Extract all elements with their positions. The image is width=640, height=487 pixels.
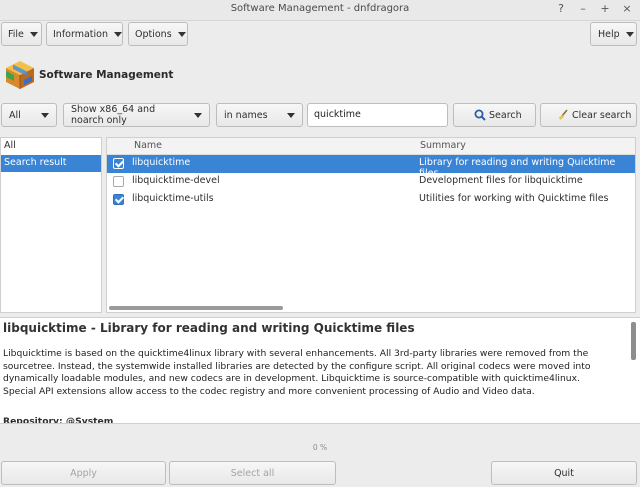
vertical-scrollbar[interactable] (631, 322, 636, 360)
chevron-down-icon (287, 112, 295, 118)
quit-button-label: Quit (554, 467, 574, 479)
horizontal-scrollbar[interactable] (109, 306, 283, 310)
information-menu-label: Information (53, 28, 108, 40)
table-row[interactable]: libquicktime Library for reading and wri… (107, 155, 635, 179)
window-controls: ? – + × (556, 2, 632, 15)
clear-search-label: Clear search (572, 109, 632, 121)
column-summary-header[interactable]: Summary (420, 140, 466, 151)
app-branding: Software Management (4, 55, 204, 95)
package-summary: Development files for libquicktime (419, 175, 583, 186)
apply-button[interactable]: Apply (1, 461, 166, 485)
maximize-icon[interactable]: + (600, 2, 610, 15)
table-header: Name Summary (107, 138, 635, 155)
package-summary: Utilities for working with Quicktime fil… (419, 193, 609, 204)
search-field-select[interactable]: in names (216, 103, 303, 127)
group-item-search-result[interactable]: Search result (1, 155, 101, 172)
group-list: All Search result (0, 137, 102, 313)
clear-search-button[interactable]: Clear search (540, 103, 637, 127)
package-checkbox[interactable] (113, 176, 124, 187)
chevron-down-icon (177, 31, 186, 37)
file-menu-button[interactable]: File (1, 22, 42, 46)
table-row[interactable]: libquicktime-utils Utilities for working… (107, 191, 635, 209)
information-menu-button[interactable]: Information (46, 22, 123, 46)
search-button[interactable]: Search (453, 103, 536, 127)
group-item-all[interactable]: All (1, 138, 101, 155)
description-repository: Repository: @System (3, 416, 114, 424)
window-title: Software Management - dnfdragora (230, 3, 410, 14)
package-name: libquicktime-utils (132, 193, 214, 204)
package-description: libquicktime - Library for reading and w… (0, 317, 640, 424)
minimize-icon[interactable]: – (578, 2, 588, 15)
chevron-down-icon (114, 31, 122, 37)
select-all-button[interactable]: Select all (169, 461, 336, 485)
arch-filter-select[interactable]: Show x86_64 and noarch only (63, 103, 210, 127)
quit-button[interactable]: Quit (491, 461, 637, 485)
search-button-label: Search (489, 109, 522, 121)
progress-label: 0 % (312, 443, 328, 452)
apply-button-label: Apply (70, 467, 97, 479)
select-all-label: Select all (230, 467, 275, 479)
group-filter-value: All (9, 109, 21, 121)
chevron-down-icon (29, 31, 38, 37)
help-icon[interactable]: ? (556, 2, 566, 15)
chevron-down-icon (41, 112, 49, 118)
options-menu-label: Options (135, 28, 172, 40)
search-field-value: in names (224, 109, 268, 121)
description-body: Libquicktime is based on the quicktime4l… (3, 348, 591, 397)
file-menu-label: File (8, 28, 24, 40)
help-menu-button[interactable]: Help (590, 22, 637, 46)
broom-icon (559, 109, 568, 120)
package-table: Name Summary libquicktime Library for re… (106, 137, 636, 313)
package-box-icon (6, 61, 34, 89)
package-name: libquicktime-devel (132, 175, 220, 186)
chevron-down-icon (194, 112, 202, 118)
window-titlebar: Software Management - dnfdragora ? – + × (0, 0, 640, 21)
package-name: libquicktime (132, 157, 191, 168)
close-icon[interactable]: × (622, 2, 632, 15)
help-menu-label: Help (598, 28, 620, 40)
column-name-header[interactable]: Name (134, 140, 162, 151)
table-row[interactable]: libquicktime-devel Development files for… (107, 173, 635, 191)
package-checkbox[interactable] (113, 194, 124, 205)
app-name: Software Management (39, 69, 174, 81)
group-filter-select[interactable]: All (1, 103, 57, 127)
options-menu-button[interactable]: Options (128, 22, 188, 46)
search-input[interactable]: quicktime (307, 103, 448, 127)
search-icon (474, 109, 486, 121)
chevron-down-icon (625, 31, 634, 37)
arch-filter-value: Show x86_64 and noarch only (71, 104, 156, 126)
package-checkbox[interactable] (113, 158, 124, 169)
description-heading: libquicktime - Library for reading and w… (3, 321, 415, 335)
